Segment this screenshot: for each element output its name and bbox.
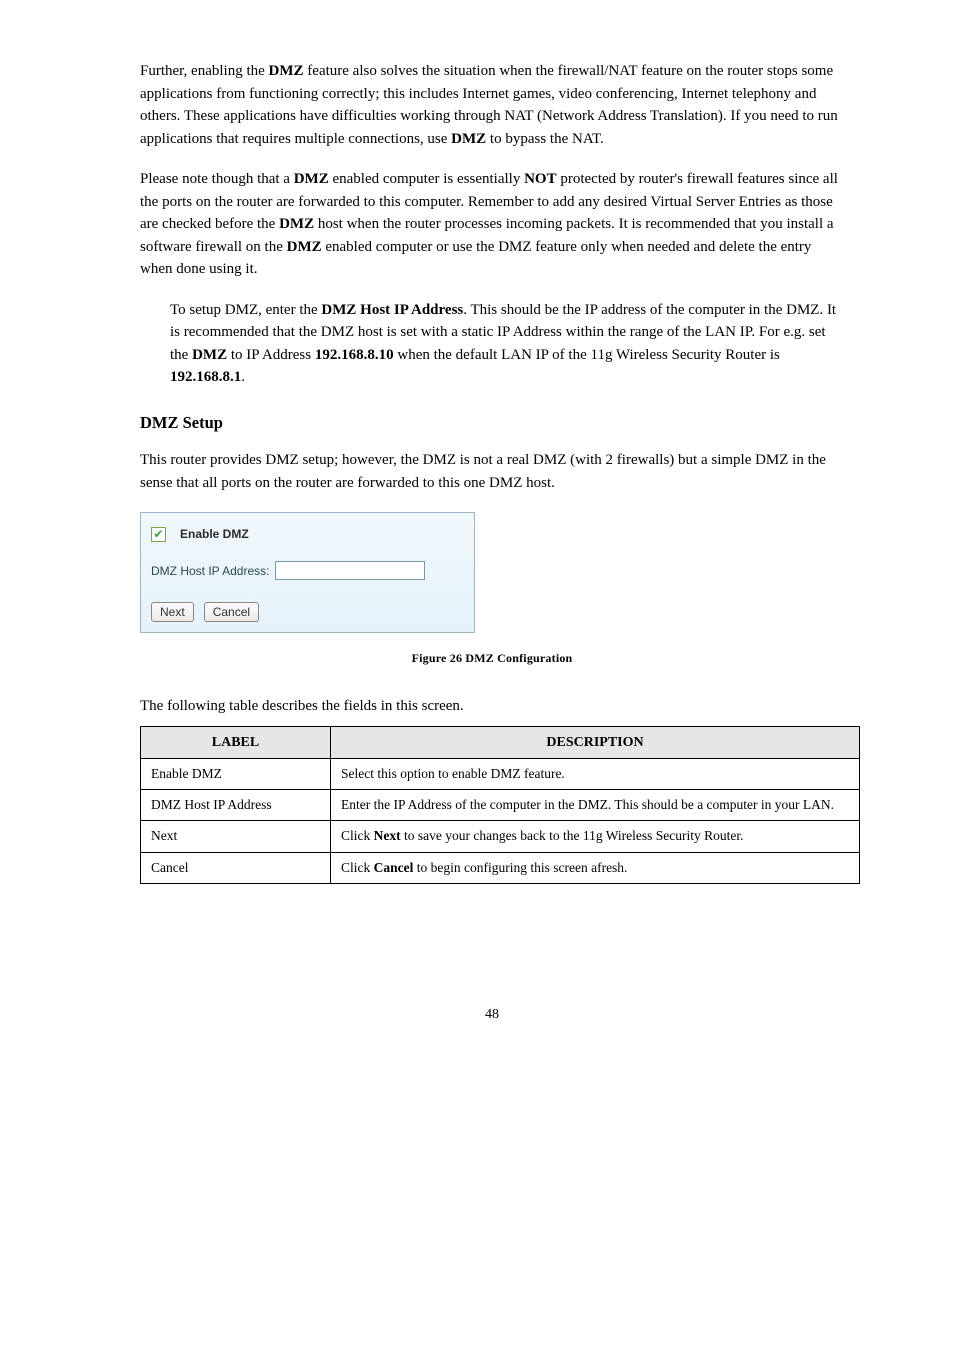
- figure-dmz-panel: Enable DMZ DMZ Host IP Address: Next Can…: [140, 512, 844, 633]
- next-button[interactable]: Next: [151, 602, 194, 622]
- header-label: LABEL: [141, 726, 331, 758]
- dmz-config-panel: Enable DMZ DMZ Host IP Address: Next Can…: [140, 512, 475, 633]
- cell-label: DMZ Host IP Address: [141, 790, 331, 821]
- paragraph-dmz-description: This router provides DMZ setup; however,…: [140, 449, 844, 494]
- paragraph-dmz-warning: Please note though that a DMZ enabled co…: [140, 168, 844, 281]
- cell-desc: Click Cancel to begin configuring this s…: [331, 852, 860, 883]
- cancel-button[interactable]: Cancel: [204, 602, 259, 622]
- page-number: 48: [140, 1004, 844, 1025]
- cell-desc: Select this option to enable DMZ feature…: [331, 758, 860, 789]
- cell-label: Cancel: [141, 852, 331, 883]
- table-row: DMZ Host IP Address Enter the IP Address…: [141, 790, 860, 821]
- cell-label: Enable DMZ: [141, 758, 331, 789]
- fields-table: LABEL DESCRIPTION Enable DMZ Select this…: [140, 726, 860, 884]
- table-header-row: LABEL DESCRIPTION: [141, 726, 860, 758]
- dmz-host-ip-label: DMZ Host IP Address:: [151, 562, 269, 580]
- enable-dmz-label: Enable DMZ: [180, 525, 249, 543]
- cell-desc: Click Next to save your changes back to …: [331, 821, 860, 852]
- dmz-host-ip-input[interactable]: [275, 561, 425, 580]
- header-description: DESCRIPTION: [331, 726, 860, 758]
- enable-dmz-checkbox[interactable]: [151, 527, 166, 542]
- figure-caption: Figure 26 DMZ Configuration: [140, 649, 844, 667]
- table-row: Next Click Next to save your changes bac…: [141, 821, 860, 852]
- heading-dmz-setup: DMZ Setup: [140, 411, 844, 436]
- table-intro: The following table describes the fields…: [140, 695, 844, 718]
- paragraph-dmz-setup-hint: To setup DMZ, enter the DMZ Host IP Addr…: [170, 299, 844, 389]
- table-row: Cancel Click Cancel to begin configuring…: [141, 852, 860, 883]
- paragraph-dmz-intro: Further, enabling the DMZ feature also s…: [140, 60, 844, 150]
- table-row: Enable DMZ Select this option to enable …: [141, 758, 860, 789]
- cell-desc: Enter the IP Address of the computer in …: [331, 790, 860, 821]
- cell-label: Next: [141, 821, 331, 852]
